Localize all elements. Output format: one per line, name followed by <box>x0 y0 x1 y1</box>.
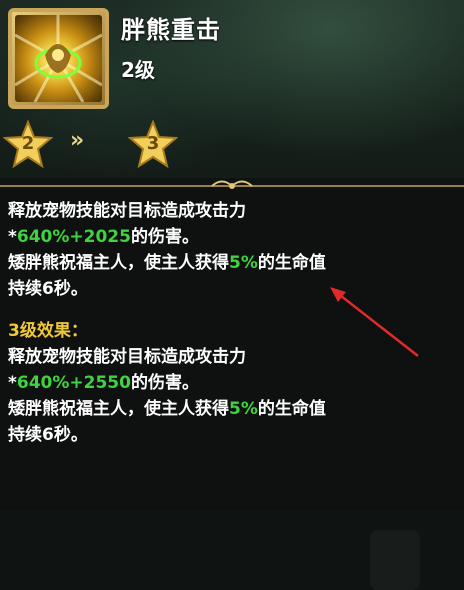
skill-header: 胖熊重击 2级 2 » 3 <box>0 0 464 178</box>
current-effect-line-2: *640%+2025的伤害。 <box>8 227 199 247</box>
current-effect-line-1: 释放宠物技能对目标造成攻击力 <box>8 201 246 221</box>
current-effect-line-3: 矮胖熊祝福主人，使主人获得5%的生命值 <box>8 253 326 273</box>
damage-value: 640%+2550 <box>16 373 131 393</box>
damage-value: 640%+2025 <box>16 227 131 247</box>
next-effect-line-2: *640%+2550的伤害。 <box>8 373 199 393</box>
skill-icon-frame <box>8 8 109 109</box>
next-effect-line-4: 持续6秒。 <box>8 425 88 445</box>
current-level-star: 2 <box>3 120 53 168</box>
double-chevron-right-icon: » <box>70 128 84 153</box>
skill-name: 胖熊重击 <box>121 16 221 44</box>
skill-level: 2级 <box>121 58 155 82</box>
health-value: 5% <box>229 253 258 273</box>
watermark <box>370 530 420 590</box>
next-effect-line-3: 矮胖熊祝福主人，使主人获得5%的生命值 <box>8 399 326 419</box>
bear-slam-skill-icon <box>15 15 102 102</box>
next-level-star: 3 <box>128 120 178 168</box>
next-level-number: 3 <box>146 133 160 154</box>
red-arrow-annotation <box>330 287 419 357</box>
health-value: 5% <box>229 399 258 419</box>
current-level-number: 2 <box>21 133 35 154</box>
